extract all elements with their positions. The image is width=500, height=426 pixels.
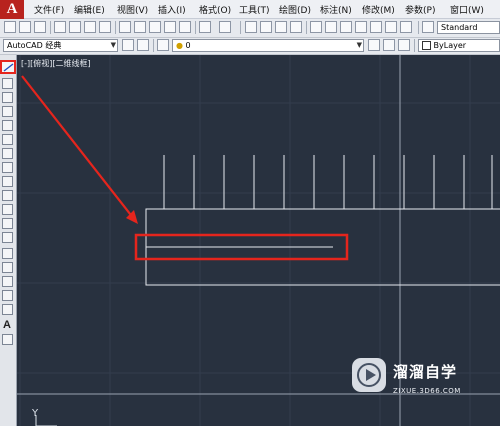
gradient-icon[interactable] — [2, 276, 13, 287]
watermark-title: 溜溜自学 — [393, 363, 458, 381]
new-file-icon[interactable] — [4, 21, 16, 33]
text-style-value: Standard — [441, 23, 478, 32]
markup-icon[interactable] — [370, 21, 382, 33]
print-preview-icon[interactable] — [69, 21, 81, 33]
ucs-icon — [35, 415, 57, 426]
menu-file[interactable]: 文件(F) — [34, 3, 64, 16]
menu-dimension[interactable]: 标注(N) — [320, 3, 352, 16]
zoom-window-icon[interactable] — [275, 21, 287, 33]
chevron-down-icon: ▼ — [110, 41, 116, 49]
my-workspace-icon[interactable] — [137, 39, 149, 51]
polyline-icon[interactable] — [2, 92, 13, 103]
point-icon[interactable] — [2, 248, 13, 259]
line-tool-icon — [3, 63, 14, 72]
revision-cloud-icon[interactable] — [2, 162, 13, 173]
paste-icon[interactable] — [149, 21, 161, 33]
zoom-previous-icon[interactable] — [290, 21, 302, 33]
chevron-down-icon: ▼ — [356, 41, 362, 49]
draw-toolbar: A — [0, 55, 17, 426]
watermark-play-icon — [352, 358, 386, 392]
layer-select[interactable]: ● 0 ▼ — [172, 39, 364, 52]
layer-previous-icon[interactable] — [383, 39, 395, 51]
zoom-realtime-icon[interactable] — [260, 21, 272, 33]
layers-toolbar: AutoCAD 经典 ▼ ● 0 ▼ ByLayer — [0, 38, 500, 55]
menu-parametric[interactable]: 参数(P) — [405, 3, 435, 16]
match-properties-icon[interactable] — [164, 21, 176, 33]
layer-state-icons: ● — [176, 41, 183, 50]
add-selected-icon[interactable] — [2, 334, 13, 345]
autocad-window: A 文件(F) 编辑(E) 视图(V) 插入(I) 格式(O) 工具(T) 绘图… — [0, 0, 500, 426]
make-current-layer-icon[interactable] — [368, 39, 380, 51]
polygon-icon[interactable] — [2, 106, 13, 117]
watermark: 溜溜自学 ZIXUE.3D66.COM — [352, 358, 472, 406]
ellipse-icon[interactable] — [2, 190, 13, 201]
menu-format[interactable]: 格式(O) — [199, 3, 231, 16]
watermark-subtitle: ZIXUE.3D66.COM — [393, 387, 461, 395]
copy-icon[interactable] — [134, 21, 146, 33]
save-icon[interactable] — [34, 21, 46, 33]
menu-window[interactable]: 窗口(W) — [450, 3, 484, 16]
line-tool-button[interactable] — [0, 60, 16, 74]
block-editor-icon[interactable] — [179, 21, 191, 33]
layer-value: 0 — [185, 41, 191, 50]
ucs-y-label: Y — [32, 408, 39, 419]
help-icon[interactable] — [400, 21, 412, 33]
text-icon[interactable]: A — [3, 319, 11, 331]
menu-insert[interactable]: 插入(I) — [158, 3, 186, 16]
open-file-icon[interactable] — [19, 21, 31, 33]
properties-icon[interactable] — [310, 21, 322, 33]
workspace-select[interactable]: AutoCAD 经典 ▼ — [3, 39, 118, 52]
text-style-icon[interactable] — [422, 21, 434, 33]
construction-line-icon[interactable] — [2, 78, 13, 89]
circle-icon[interactable] — [2, 148, 13, 159]
menu-bar: A 文件(F) 编辑(E) 视图(V) 插入(I) 格式(O) 工具(T) 绘图… — [0, 0, 500, 19]
color-select[interactable]: ByLayer — [418, 39, 500, 52]
3d-print-icon[interactable] — [99, 21, 111, 33]
workspace-settings-icon[interactable] — [122, 39, 134, 51]
design-center-icon[interactable] — [325, 21, 337, 33]
text-style-select[interactable]: Standard — [437, 21, 500, 34]
print-icon[interactable] — [54, 21, 66, 33]
layer-properties-icon[interactable] — [157, 39, 169, 51]
color-swatch — [422, 41, 431, 50]
vertical-line-array[interactable] — [163, 155, 493, 209]
calculator-icon[interactable] — [385, 21, 397, 33]
menu-tools[interactable]: 工具(T) — [239, 3, 270, 16]
redo-icon[interactable] — [219, 21, 231, 33]
undo-icon[interactable] — [199, 21, 211, 33]
cut-icon[interactable] — [119, 21, 131, 33]
publish-icon[interactable] — [84, 21, 96, 33]
ellipse-arc-icon[interactable] — [2, 204, 13, 215]
pan-icon[interactable] — [245, 21, 257, 33]
standard-toolbar: Standard — [0, 19, 500, 38]
viewport-controls-label[interactable]: [-][俯视][二维线框] — [21, 58, 91, 69]
color-value: ByLayer — [433, 41, 467, 50]
arc-icon[interactable] — [2, 134, 13, 145]
make-block-icon[interactable] — [2, 232, 13, 243]
menu-modify[interactable]: 修改(M) — [362, 3, 395, 16]
layer-states-icon[interactable] — [398, 39, 410, 51]
autocad-logo-icon[interactable]: A — [0, 0, 24, 19]
tool-palettes-icon[interactable] — [340, 21, 352, 33]
menu-draw[interactable]: 绘图(D) — [279, 3, 311, 16]
spline-icon[interactable] — [2, 176, 13, 187]
region-icon[interactable] — [2, 290, 13, 301]
workspace-value: AutoCAD 经典 — [7, 41, 62, 50]
table-icon[interactable] — [2, 304, 13, 315]
rectangle-icon[interactable] — [2, 120, 13, 131]
menu-edit[interactable]: 编辑(E) — [74, 3, 105, 16]
insert-block-icon[interactable] — [2, 218, 13, 229]
menu-view[interactable]: 视图(V) — [117, 3, 148, 16]
sheet-set-icon[interactable] — [355, 21, 367, 33]
hatch-icon[interactable] — [2, 262, 13, 273]
